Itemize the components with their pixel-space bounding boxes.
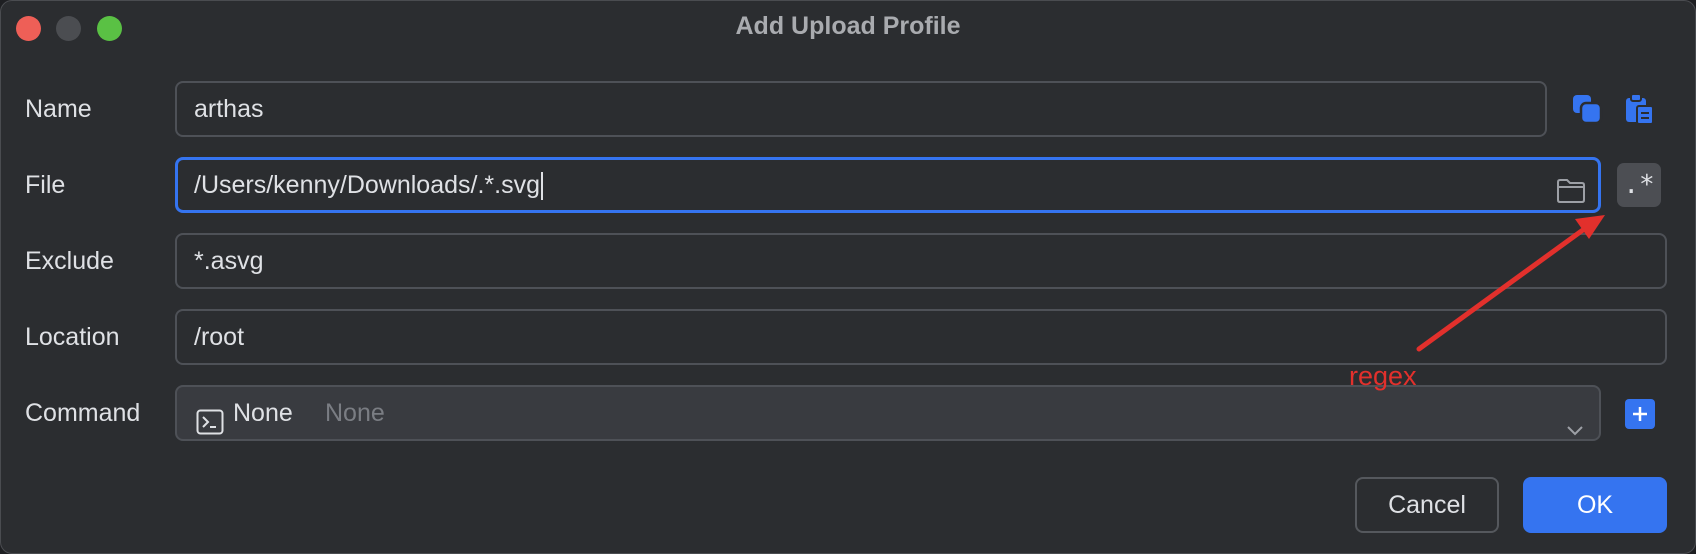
text-caret — [540, 172, 543, 201]
terminal-icon — [196, 401, 224, 435]
command-label: Command — [25, 399, 141, 427]
ok-button[interactable]: OK — [1523, 477, 1667, 533]
command-selected-value: None — [233, 399, 293, 427]
location-input[interactable]: /root — [175, 309, 1667, 365]
dialog-window: Add Upload Profile Name arthas File /Use… — [0, 0, 1696, 554]
name-label: Name — [25, 95, 92, 123]
file-input-value: /Users/kenny/Downloads/.*.svg — [194, 171, 540, 199]
folder-icon[interactable] — [1556, 171, 1586, 203]
name-input[interactable]: arthas — [175, 81, 1547, 137]
title-bar: Add Upload Profile — [1, 1, 1695, 57]
cancel-button[interactable]: Cancel — [1355, 477, 1499, 533]
chevron-down-icon[interactable] — [1565, 405, 1585, 436]
dialog-title: Add Upload Profile — [735, 12, 961, 40]
location-label: Location — [25, 323, 120, 351]
exclude-label: Exclude — [25, 247, 114, 275]
file-label: File — [25, 171, 66, 199]
add-command-button[interactable] — [1625, 399, 1655, 429]
paste-icon[interactable] — [1623, 93, 1655, 125]
file-input[interactable]: /Users/kenny/Downloads/.*.svg — [175, 157, 1601, 213]
exclude-input[interactable]: *.asvg — [175, 233, 1667, 289]
plus-icon — [1633, 407, 1647, 421]
annotation-label: regex — [1349, 361, 1417, 391]
regex-toggle-button[interactable]: .* — [1617, 163, 1661, 207]
command-placeholder: None — [325, 399, 385, 427]
copy-icon[interactable] — [1571, 93, 1603, 125]
command-select[interactable]: None None — [175, 385, 1601, 441]
